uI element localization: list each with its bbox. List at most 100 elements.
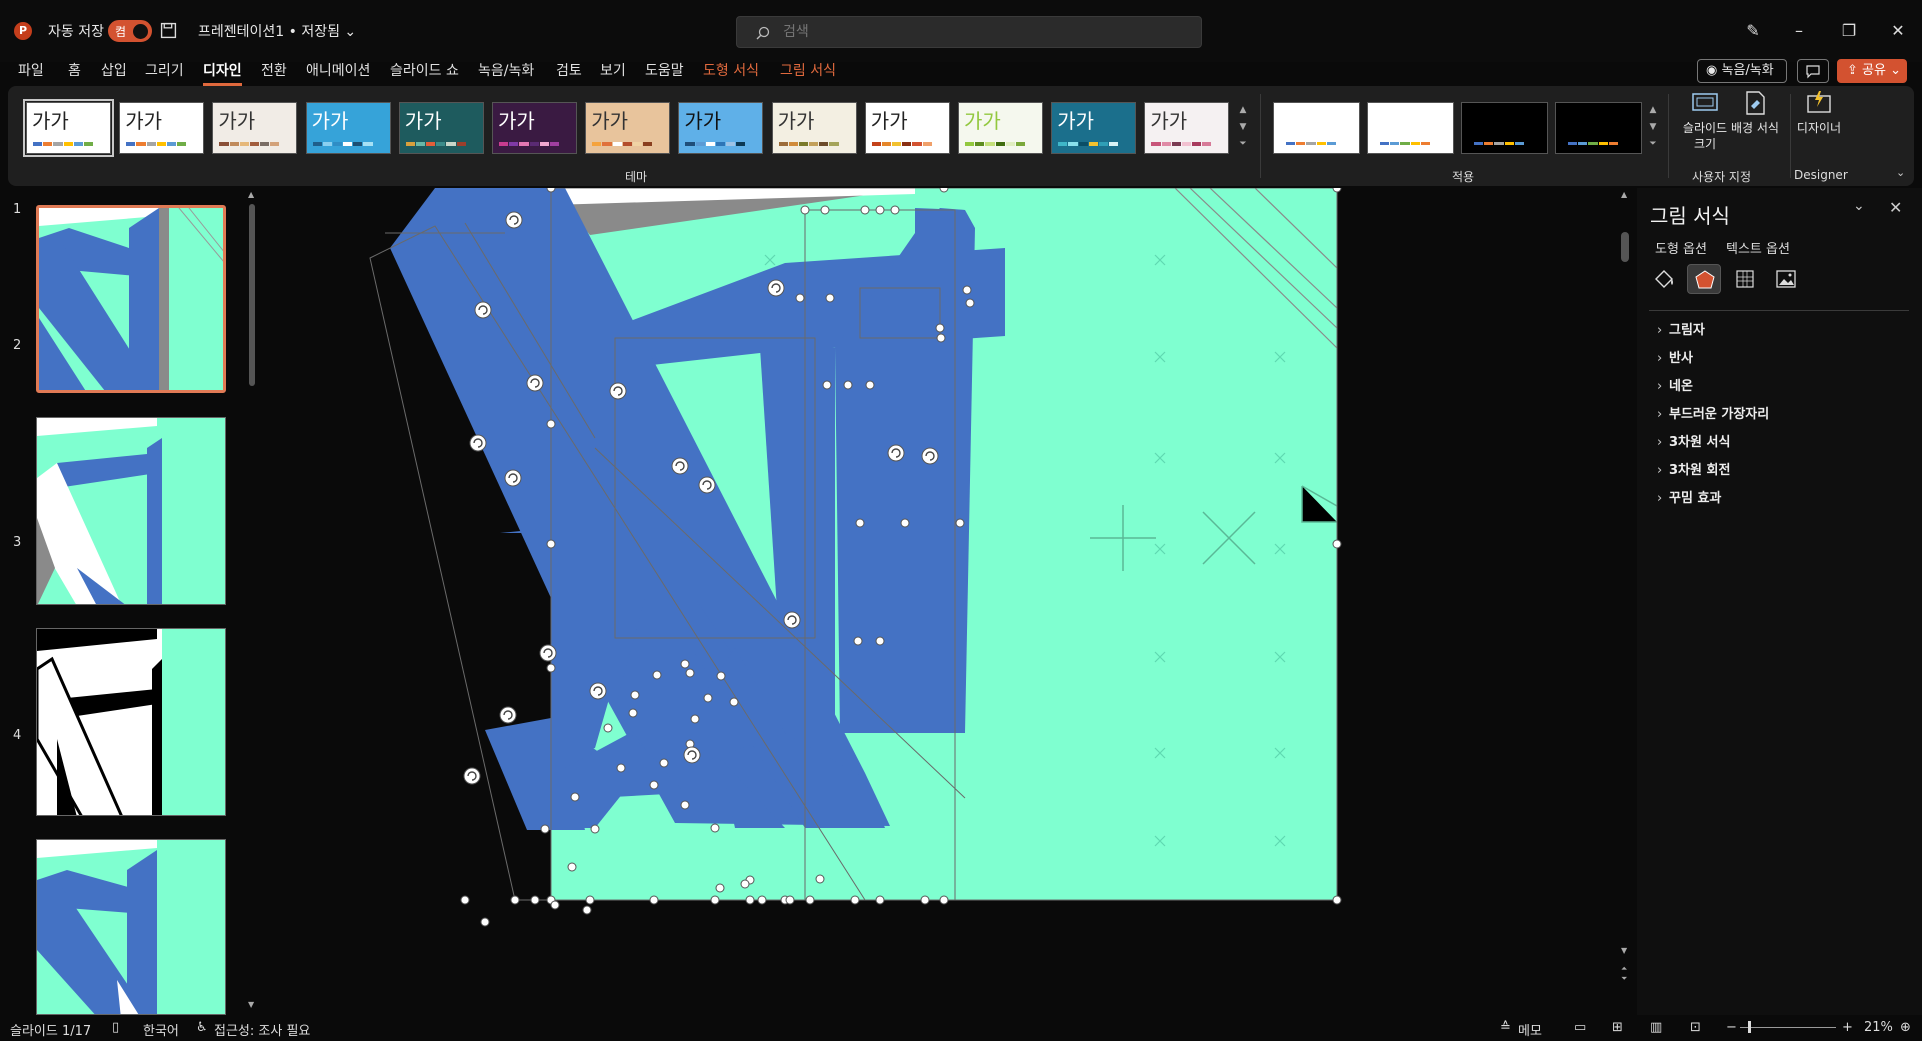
scroll-up-icon[interactable]: ▲ (1621, 190, 1627, 199)
resize-handle[interactable] (582, 905, 592, 915)
size-properties-icon[interactable] (1728, 264, 1762, 294)
resize-handle[interactable] (850, 895, 860, 905)
prev-next-slide-icon[interactable]: ⏶ ⏷ (1621, 964, 1627, 984)
slide-editor[interactable] (265, 188, 1625, 1015)
resize-handle[interactable] (546, 539, 556, 549)
resize-handle[interactable] (843, 380, 853, 390)
rotate-handle-icon[interactable] (474, 301, 492, 319)
autosave-toggle[interactable]: 켬 (108, 20, 152, 42)
slide-size-button[interactable]: 슬라이드 크기 (1680, 90, 1730, 152)
scroll-down-icon[interactable]: ▼ (248, 1000, 254, 1009)
notes-icon[interactable]: ≙ (1500, 1020, 1511, 1035)
theme-option[interactable]: 가가 (398, 102, 484, 154)
zoom-slider-thumb[interactable] (1748, 1021, 1751, 1033)
resize-handle[interactable] (962, 285, 972, 295)
resize-handle[interactable] (460, 895, 470, 905)
rotate-handle-icon[interactable] (526, 374, 544, 392)
zoom-slider[interactable] (1740, 1021, 1836, 1033)
resize-handle[interactable] (546, 663, 556, 673)
resize-handle[interactable] (567, 862, 577, 872)
pen-icon[interactable]: ✎ (1730, 16, 1776, 46)
resize-handle[interactable] (939, 895, 949, 905)
rotate-handle-icon[interactable] (671, 457, 689, 475)
resize-handle[interactable] (890, 205, 900, 215)
resize-handle[interactable] (480, 917, 490, 927)
resize-handle[interactable] (825, 293, 835, 303)
resize-handle[interactable] (935, 323, 945, 333)
rotate-handle-icon[interactable] (505, 211, 523, 229)
resize-handle[interactable] (900, 518, 910, 528)
save-icon[interactable] (160, 22, 177, 39)
document-title[interactable]: 프레젠테이션1 • 저장됨 ⌄ (198, 21, 356, 41)
tab-help[interactable]: 도움말 (645, 62, 684, 86)
resize-handle[interactable] (715, 883, 725, 893)
canvas-scroll-thumb[interactable] (1621, 232, 1629, 262)
tab-draw[interactable]: 그리기 (145, 62, 184, 86)
tab-home[interactable]: 홈 (68, 62, 81, 86)
share-button[interactable]: ⇪ 공유 ⌄ (1837, 59, 1907, 83)
theme-option[interactable]: 가가 (864, 102, 950, 154)
resize-handle[interactable] (649, 895, 659, 905)
rotate-handle-icon[interactable] (683, 746, 701, 764)
resize-handle[interactable] (570, 792, 580, 802)
fill-line-icon[interactable] (1647, 264, 1681, 294)
resize-handle[interactable] (680, 800, 690, 810)
resize-handle[interactable] (729, 697, 739, 707)
tab-picture-format[interactable]: 그림 서식 (780, 62, 836, 86)
format-background-button[interactable]: 배경 서식 (1730, 90, 1780, 136)
resize-handle[interactable] (652, 670, 662, 680)
search-input[interactable] (783, 22, 1183, 42)
resize-handle[interactable] (920, 895, 930, 905)
rotate-handle-icon[interactable] (767, 279, 785, 297)
resize-handle[interactable] (745, 895, 755, 905)
accessibility-status[interactable]: 접근성: 조사 필요 (214, 1020, 310, 1039)
accessibility-icon[interactable]: ♿ (196, 1020, 208, 1035)
section-3d-format[interactable]: › 3차원 서식 (1657, 431, 1730, 450)
tab-review[interactable]: 검토 (556, 62, 582, 86)
rotate-handle-icon[interactable] (539, 644, 557, 662)
comments-button[interactable] (1797, 59, 1829, 83)
theme-gallery-scroll[interactable]: ▲ ▼ ⏷ (1236, 102, 1250, 154)
section-reflection[interactable]: › 반사 (1657, 347, 1693, 366)
resize-handle[interactable] (875, 205, 885, 215)
resize-handle[interactable] (630, 690, 640, 700)
resize-handle[interactable] (1332, 188, 1342, 193)
normal-view-icon[interactable]: ▭ (1574, 1020, 1586, 1035)
slide-thumbnail-2[interactable] (36, 417, 226, 605)
theme-option[interactable]: 가가 (119, 102, 205, 154)
resize-handle[interactable] (510, 895, 520, 905)
resize-handle[interactable] (680, 659, 690, 669)
tab-design[interactable]: 디자인 (203, 62, 242, 86)
resize-handle[interactable] (853, 636, 863, 646)
tab-animations[interactable]: 애니메이션 (306, 62, 370, 86)
resize-handle[interactable] (865, 380, 875, 390)
canvas-scrollbar[interactable]: ▲ ▼ ⏶ ⏷ (1618, 188, 1632, 1015)
resize-handle[interactable] (795, 293, 805, 303)
theme-option[interactable]: 가가 (1051, 102, 1137, 154)
variant-option[interactable] (1461, 102, 1548, 154)
variant-option[interactable] (1273, 102, 1360, 154)
resize-handle[interactable] (716, 671, 726, 681)
resize-handle[interactable] (546, 188, 556, 193)
theme-option[interactable]: 가가 (678, 102, 764, 154)
rotate-handle-icon[interactable] (609, 382, 627, 400)
resize-handle[interactable] (965, 298, 975, 308)
rotate-handle-icon[interactable] (504, 469, 522, 487)
theme-option[interactable]: 가가 (1144, 102, 1230, 154)
variant-gallery-scroll[interactable]: ▲ ▼ ⏷ (1646, 102, 1660, 154)
resize-handle[interactable] (855, 518, 865, 528)
theme-option[interactable]: 가가 (958, 102, 1043, 154)
zoom-level[interactable]: 21% (1864, 1020, 1893, 1035)
slide-canvas[interactable] (265, 188, 1625, 1015)
resize-handle[interactable] (603, 723, 613, 733)
resize-handle[interactable] (800, 205, 810, 215)
spellcheck-icon[interactable]: ▯ (112, 1020, 119, 1035)
resize-handle[interactable] (546, 419, 556, 429)
notes-button[interactable]: 메모 (1518, 1020, 1542, 1039)
variant-option[interactable] (1555, 102, 1642, 154)
slide-thumbnail-1[interactable] (36, 205, 226, 393)
thumbnail-scroll-thumb[interactable] (249, 204, 255, 386)
scroll-up-icon[interactable]: ▲ (248, 190, 254, 199)
resize-handle[interactable] (659, 758, 669, 768)
reading-view-icon[interactable]: ▥ (1650, 1020, 1662, 1035)
